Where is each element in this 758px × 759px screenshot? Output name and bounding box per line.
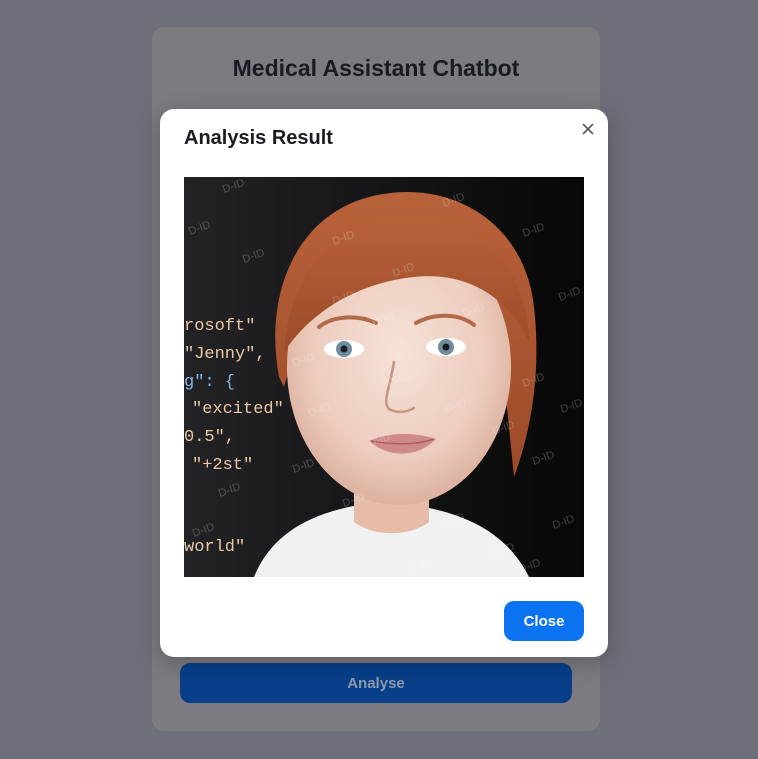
analysis-result-modal: Analysis Result rosoft" "Jenny", g": {"…: [160, 109, 608, 657]
close-icon[interactable]: [580, 121, 596, 137]
code-line: "excited": [192, 400, 284, 419]
code-line: world": [184, 538, 245, 557]
code-line: "Jenny",: [184, 345, 266, 364]
code-line: 0.5",: [184, 428, 235, 447]
code-line: rosoft": [184, 317, 255, 336]
result-image: rosoft" "Jenny", g": { "excited" 0.5", "…: [184, 177, 584, 577]
page-title: Medical Assistant Chatbot: [232, 55, 520, 81]
code-line: "+2st": [192, 456, 253, 475]
close-button[interactable]: Close: [504, 601, 584, 641]
modal-title: Analysis Result: [184, 127, 333, 149]
analyse-button[interactable]: Analyse: [180, 663, 572, 703]
code-line: g": {: [184, 373, 235, 392]
